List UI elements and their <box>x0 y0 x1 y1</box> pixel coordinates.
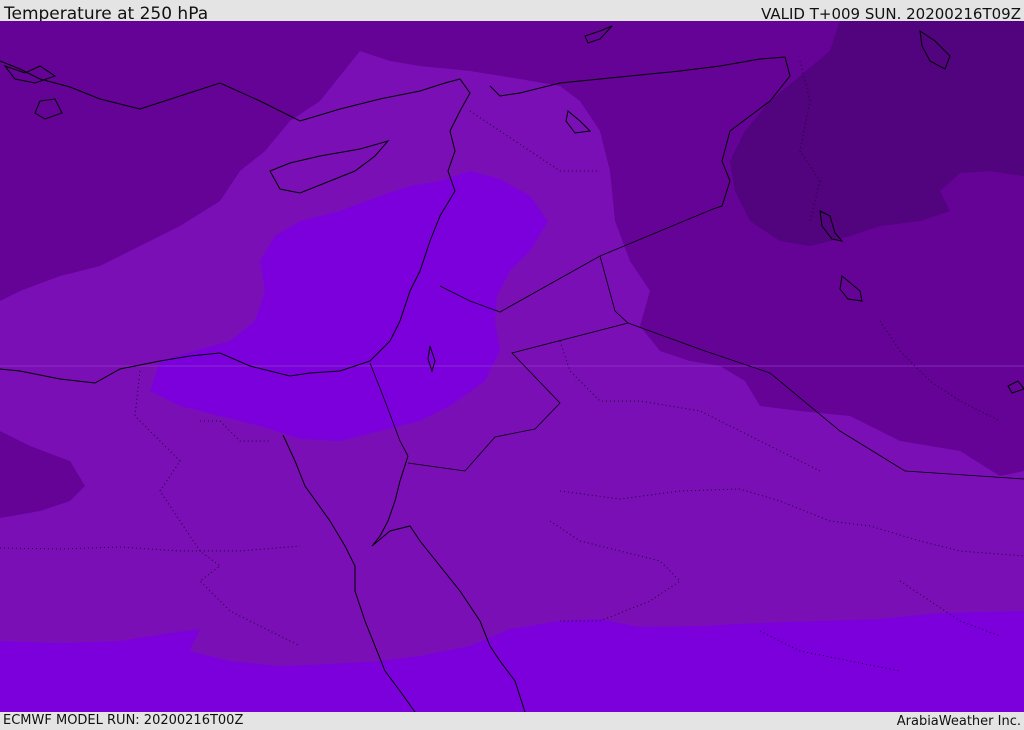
header-bar: Temperature at 250 hPa VALID T+009 SUN. … <box>0 0 1024 24</box>
map-canvas <box>0 21 1024 712</box>
credit-label: ArabiaWeather Inc. <box>896 714 1021 729</box>
model-run-label: ECMWF MODEL RUN: 20200216T00Z <box>3 713 244 728</box>
temperature-map[interactable] <box>0 21 1024 712</box>
footer-bar: ECMWF MODEL RUN: 20200216T00Z ArabiaWeat… <box>0 712 1024 729</box>
